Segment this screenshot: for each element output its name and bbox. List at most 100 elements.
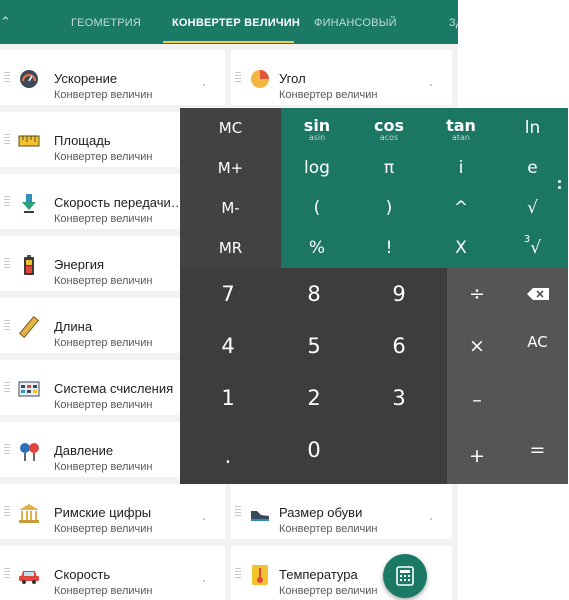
angle-pie-icon [251,70,269,88]
speedometer-icon [20,70,38,88]
sin-button[interactable]: sin asin [281,108,353,148]
sin-label: sin [303,115,331,135]
cube-root-symbol: 3√ [523,234,542,258]
multiply-button[interactable]: × [447,320,507,372]
converter-item-pressure[interactable]: Давление Конвертер величин [0,422,180,477]
memory-add-button[interactable]: M+ [180,148,281,188]
drag-handle[interactable] [235,506,241,517]
ln-button[interactable]: ln [497,108,568,148]
pi-button[interactable]: π [353,148,425,188]
battery-icon [24,255,34,275]
open-paren-button[interactable]: ( [281,188,353,228]
digit-0-button[interactable]: 0 [266,428,362,472]
converter-subtitle: Конвертер величин [279,89,378,101]
drag-handle[interactable] [4,568,10,579]
converter-title: Скорость [54,567,111,582]
minus-button[interactable]: – [447,372,507,428]
asin-label: asin [308,133,326,142]
converter-subtitle: Конвертер величин [279,523,378,535]
item-dot [203,84,205,86]
roman-building-icon [19,504,39,523]
equals-button[interactable]: = [507,428,568,472]
imaginary-i-button[interactable]: i [425,148,497,188]
backspace-icon [526,288,549,300]
cos-button[interactable]: cos acos [353,108,425,148]
converter-subtitle: Конвертер величин [279,585,378,597]
item-dot [203,518,205,520]
memory-clear-button[interactable]: MC [180,108,281,148]
backspace-button[interactable] [507,268,568,320]
tab-3d[interactable]: ЗД [449,0,458,44]
digit-1-button[interactable]: 1 [180,372,276,424]
converter-title: Площадь [54,133,111,148]
digit-7-button[interactable]: 7 [180,268,276,320]
drag-handle[interactable] [235,72,241,83]
drag-handle[interactable] [4,134,10,145]
drag-handle[interactable] [235,568,241,579]
converter-item-length[interactable]: Длина Конвертер величин [0,298,180,353]
square-root-button[interactable]: √ [497,188,568,228]
converter-item-angle[interactable]: Угол Конвертер величин [231,50,452,105]
drag-handle[interactable] [4,382,10,393]
digit-3-button[interactable]: 3 [351,372,447,424]
plus-button[interactable]: + [447,428,507,484]
drag-handle[interactable] [4,444,10,455]
converter-item-acceleration[interactable]: Ускорение Конвертер величин [0,50,225,105]
car-icon [19,571,39,584]
drag-handle[interactable] [4,196,10,207]
converter-subtitle: Конвертер величин [54,275,153,287]
drag-handle[interactable] [4,320,10,331]
all-clear-button[interactable]: AC [507,320,568,364]
item-dot [430,84,432,86]
overflow-menu-icon[interactable] [558,180,561,192]
digit-5-button[interactable]: 5 [266,320,362,372]
converter-title: Ускорение [54,71,118,86]
digit-6-button[interactable]: 6 [351,320,447,372]
digit-9-button[interactable]: 9 [351,268,447,320]
variable-x-button[interactable]: X [425,228,497,268]
operator-panel: ÷ × AC – + = [447,268,568,484]
atan-label: atan [451,133,470,142]
tan-button[interactable]: tan atan [425,108,497,148]
converter-title: Римские цифры [54,505,152,520]
converter-item-speed[interactable]: Скорость Конвертер величин [0,546,225,600]
converter-title: Система счисления [54,381,174,396]
cos-label: cos [374,115,404,135]
divide-button[interactable]: ÷ [447,268,507,320]
calculator-keyboard: MC M+ M- MR sin asin cos acos tan atan l… [180,108,568,484]
drag-handle[interactable] [4,72,10,83]
calculator-fab-button[interactable] [383,554,427,598]
converter-item-data-transfer[interactable]: Скорость передачи… Конвертер величин [0,174,180,229]
decimal-point-button[interactable]: . [180,428,276,484]
shoe-icon [251,511,269,521]
converter-item-numeral-system[interactable]: Система счисления Конвертер величин [0,360,180,415]
tab-unit-converter[interactable]: КОНВЕРТЕР ВЕЛИЧИН [172,0,300,44]
cube-root-index: 3 [523,234,531,246]
digit-2-button[interactable]: 2 [266,372,362,424]
factorial-button[interactable]: ! [353,228,425,268]
digit-4-button[interactable]: 4 [180,320,276,372]
converter-item-energy[interactable]: Энергия Конвертер величин [0,236,180,291]
drag-handle[interactable] [4,506,10,517]
converter-item-roman-numerals[interactable]: Римские цифры Конвертер величин [0,484,225,539]
digit-panel: 7 8 9 4 5 6 1 2 3 . 0 [180,268,447,484]
memory-subtract-button[interactable]: M- [180,188,281,228]
converter-title: Длина [54,319,93,334]
converter-subtitle: Конвертер величин [54,213,153,225]
cube-root-button[interactable]: 3√ [497,228,568,268]
calculator-icon [396,566,414,586]
drag-handle[interactable] [4,258,10,269]
converter-title: Давление [54,443,114,458]
item-dot [203,580,205,582]
power-button[interactable]: ^ [425,188,497,228]
tab-geometry[interactable]: ГЕОМЕТРИЯ [71,0,141,44]
close-paren-button[interactable]: ) [353,188,425,228]
converter-item-area[interactable]: Площадь Конвертер величин [0,112,180,167]
memory-recall-button[interactable]: MR [180,228,281,268]
converter-title: Размер обуви [279,505,363,520]
tab-financial[interactable]: ФИНАНСОВЫЙ [314,0,397,44]
digit-8-button[interactable]: 8 [266,268,362,320]
log-button[interactable]: log [281,148,353,188]
percent-button[interactable]: % [281,228,353,268]
converter-item-shoe-size[interactable]: Размер обуви Конвертер величин [231,484,452,539]
